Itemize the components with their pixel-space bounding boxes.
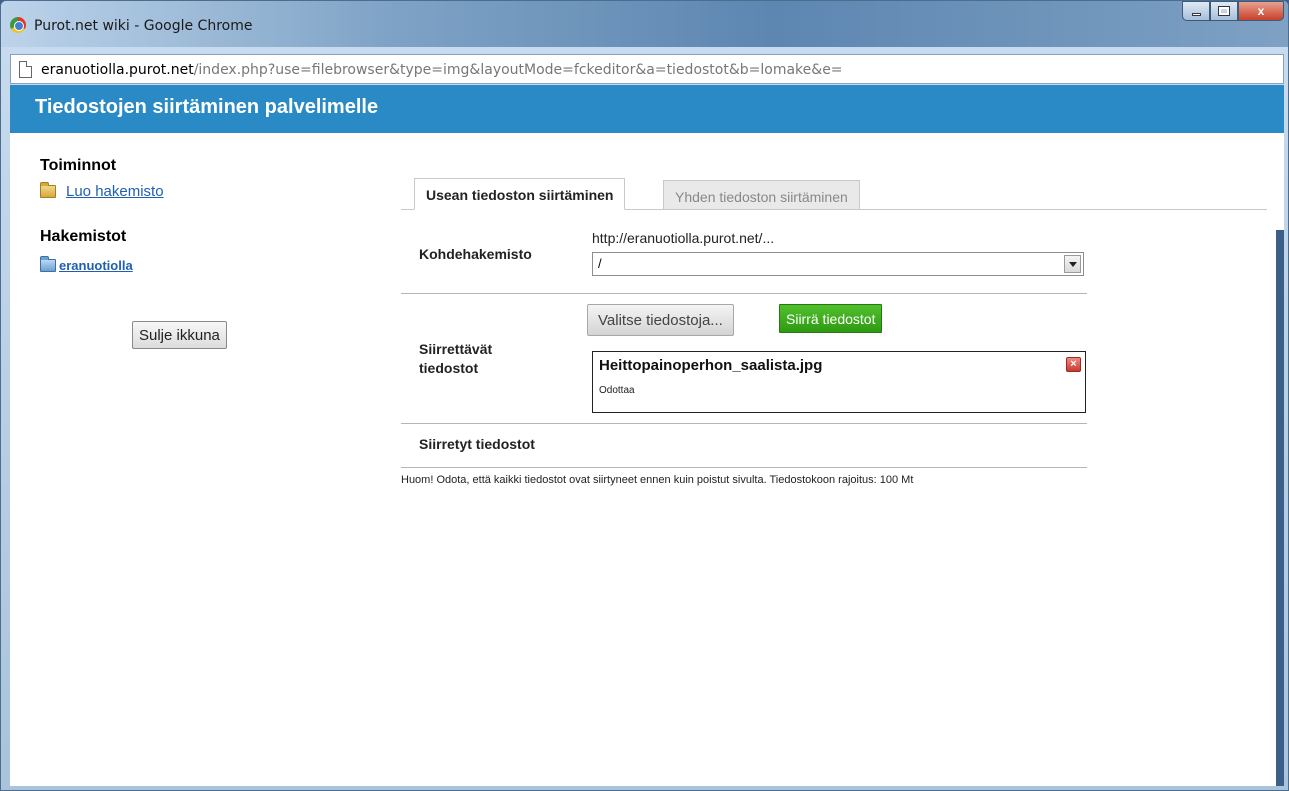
close-window-page-button[interactable]: Sulje ikkuna xyxy=(132,321,227,349)
remove-file-icon[interactable]: × xyxy=(1066,357,1081,372)
target-folder-label: Kohdehakemisto xyxy=(419,246,532,262)
folders-heading: Hakemistot xyxy=(40,228,127,245)
page-title: Tiedostojen siirtäminen palvelimelle xyxy=(10,85,1284,133)
file-queue-box: Heittopainoperhon_saalista.jpg Odottaa × xyxy=(592,351,1086,413)
minimize-button[interactable] xyxy=(1182,1,1210,21)
minimize-icon xyxy=(1191,12,1201,16)
actions-heading: Toiminnot xyxy=(40,157,117,174)
choose-files-button[interactable]: Valitse tiedostoja... xyxy=(587,304,734,336)
url-host: eranuotiolla.purot.net xyxy=(41,62,194,78)
folder-open-icon xyxy=(40,256,56,272)
maximize-icon xyxy=(1218,6,1230,16)
divider xyxy=(401,293,1087,294)
browser-window: Purot.net wiki - Google Chrome x eranuot… xyxy=(0,0,1289,791)
target-folder-value: / xyxy=(598,256,602,271)
files-label-line1: Siirrettävät xyxy=(419,341,493,357)
target-url: http://eranuotiolla.purot.net/... xyxy=(592,230,775,246)
queued-file-status: Odottaa xyxy=(599,385,635,396)
tab-multi-upload[interactable]: Usean tiedoston siirtäminen xyxy=(414,178,626,210)
page-content: Tiedostojen siirtäminen palvelimelle Toi… xyxy=(10,85,1284,786)
upload-note: Huom! Odota, että kaikki tiedostot ovat … xyxy=(401,474,914,486)
chevron-down-icon[interactable] xyxy=(1064,255,1081,273)
page-icon xyxy=(19,61,32,78)
chrome-logo-icon xyxy=(10,17,26,33)
uploaded-files-label: Siirretyt tiedostot xyxy=(419,436,535,452)
close-window-button[interactable]: x xyxy=(1238,1,1284,21)
sidebar: Toiminnot Luo hakemisto Hakemistot eranu… xyxy=(40,157,260,273)
folder-icon xyxy=(40,182,56,198)
page-edge xyxy=(1276,230,1284,786)
files-label-line2: tiedostot xyxy=(419,360,479,376)
divider xyxy=(401,467,1087,468)
upload-files-button[interactable]: Siirrä tiedostot xyxy=(779,304,883,333)
queued-file-name: Heittopainoperhon_saalista.jpg xyxy=(599,357,823,374)
window-controls: x xyxy=(1182,1,1284,21)
address-bar[interactable]: eranuotiolla.purot.net/index.php?use=fil… xyxy=(10,54,1284,84)
divider xyxy=(401,423,1087,424)
tab-single-upload[interactable]: Yhden tiedoston siirtäminen xyxy=(663,180,860,210)
folder-link-root[interactable]: eranuotiolla xyxy=(59,258,133,273)
url-text[interactable]: eranuotiolla.purot.net/index.php?use=fil… xyxy=(41,62,843,78)
url-path: /index.php?use=filebrowser&type=img&layo… xyxy=(193,62,843,78)
target-folder-select[interactable]: / xyxy=(592,252,1084,276)
create-folder-row[interactable]: Luo hakemisto xyxy=(40,182,260,200)
close-icon: x xyxy=(1257,4,1265,18)
create-folder-link[interactable]: Luo hakemisto xyxy=(66,183,164,200)
folder-tree-item[interactable]: eranuotiolla xyxy=(40,256,260,273)
window-title: Purot.net wiki - Google Chrome xyxy=(34,18,253,34)
title-bar[interactable]: Purot.net wiki - Google Chrome x xyxy=(1,1,1288,47)
maximize-button[interactable] xyxy=(1210,1,1238,21)
